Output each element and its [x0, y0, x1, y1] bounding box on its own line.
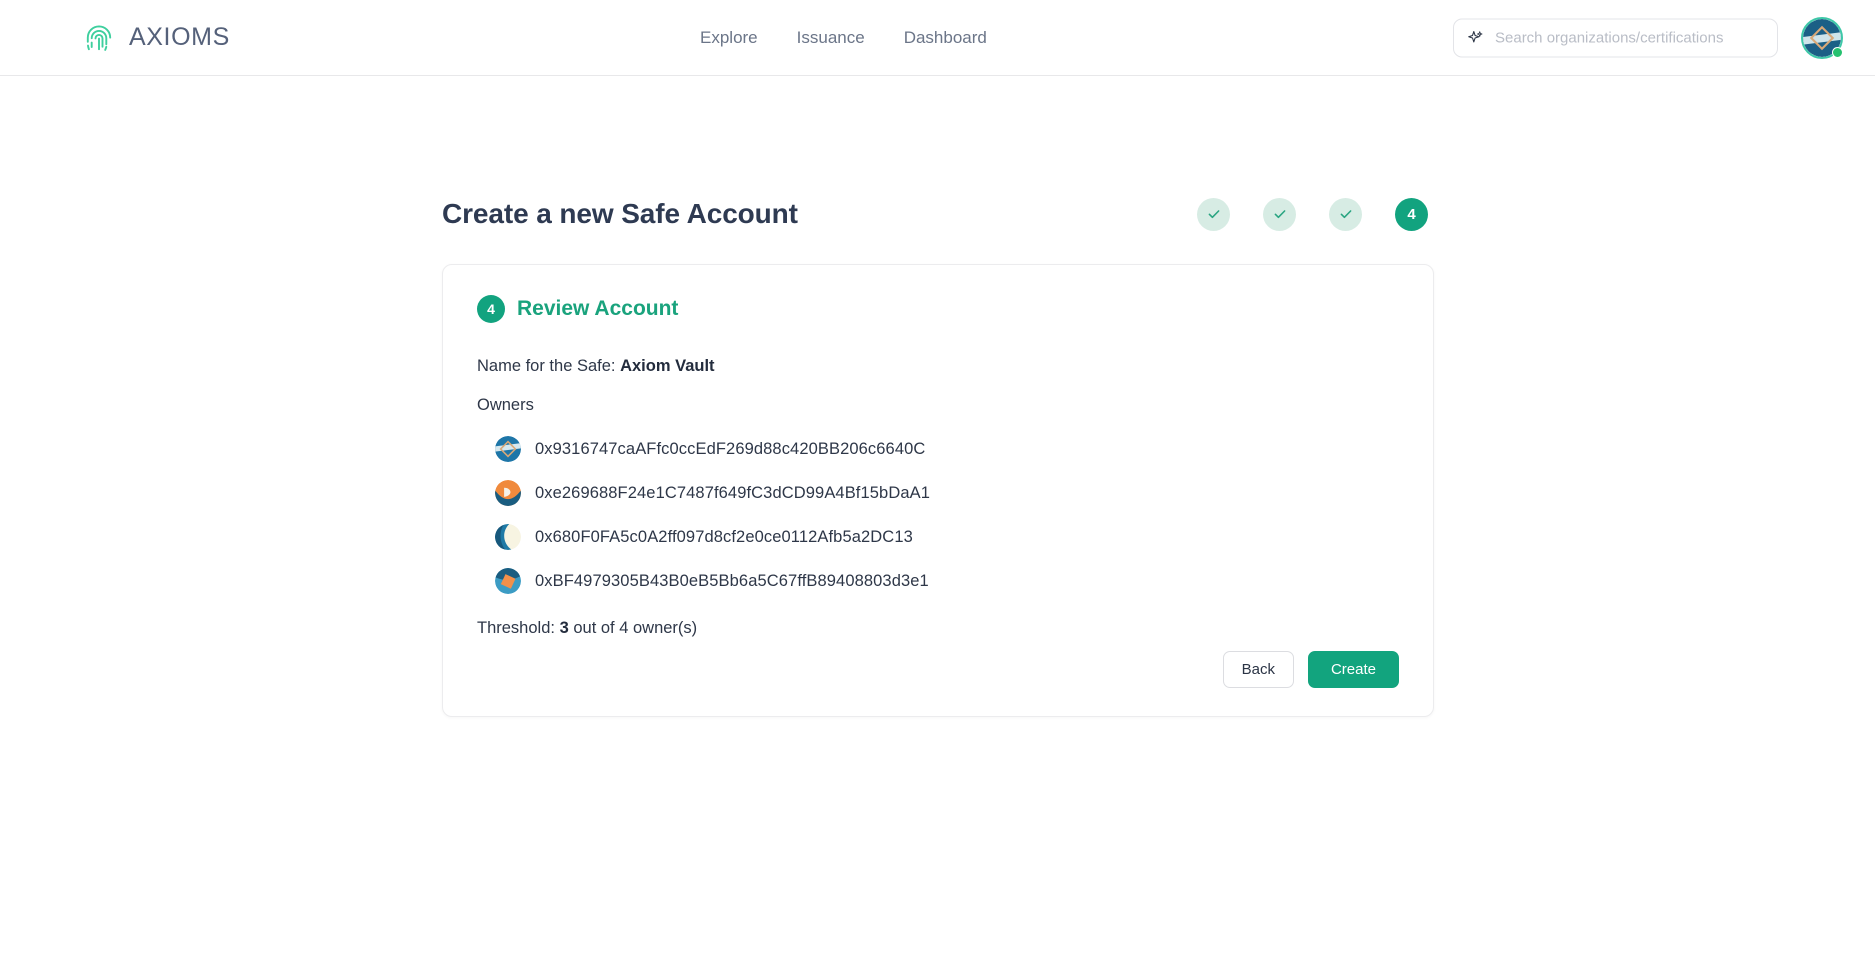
list-item: 0xe269688F24e1C7487f649fC3dCD99A4Bf15bDa…: [495, 471, 1399, 515]
status-badge: [1832, 47, 1843, 58]
threshold-value: 3: [560, 619, 569, 637]
owners-label: Owners: [477, 396, 1399, 415]
search-input[interactable]: [1495, 29, 1764, 46]
search-box[interactable]: [1453, 18, 1778, 57]
avatar[interactable]: [1801, 17, 1843, 59]
back-button[interactable]: Back: [1223, 651, 1294, 688]
owner-address: 0x680F0FA5c0A2ff097d8cf2e0ce0112Afb5a2DC…: [535, 528, 913, 547]
nav-item-issuance[interactable]: Issuance: [797, 28, 865, 48]
blockie-icon: [495, 568, 521, 594]
brand-name: AXIOMS: [129, 23, 230, 52]
sparkle-ai-icon: [1467, 29, 1484, 46]
step-2-indicator[interactable]: [1263, 198, 1296, 231]
card-title: Review Account: [517, 297, 678, 321]
check-icon: [1338, 206, 1354, 222]
check-icon: [1206, 206, 1222, 222]
review-account-card: 4 Review Account Name for the Safe: Axio…: [442, 264, 1434, 717]
nav-item-explore[interactable]: Explore: [700, 28, 758, 48]
step-3-indicator[interactable]: [1329, 198, 1362, 231]
blockie-icon: [495, 480, 521, 506]
owner-address: 0x9316747caAFfc0ccEdF269d88c420BB206c664…: [535, 440, 925, 459]
step-number-badge: 4: [477, 295, 505, 323]
threshold-suffix: out of 4 owner(s): [573, 619, 697, 637]
page-title: Create a new Safe Account: [442, 198, 798, 230]
card-actions: Back Create: [1223, 651, 1399, 688]
list-item: 0xBF4979305B43B0eB5Bb6a5C67ffB89408803d3…: [495, 559, 1399, 603]
threshold-label: Threshold:: [477, 619, 555, 637]
create-button[interactable]: Create: [1308, 651, 1399, 688]
brand-logo[interactable]: AXIOMS: [82, 21, 230, 55]
blockie-icon: [495, 436, 521, 462]
step-indicator: 4: [1197, 198, 1428, 231]
list-item: 0x680F0FA5c0A2ff097d8cf2e0ce0112Afb5a2DC…: [495, 515, 1399, 559]
owner-address: 0xBF4979305B43B0eB5Bb6a5C67ffB89408803d3…: [535, 572, 929, 591]
safe-name-value: Axiom Vault: [620, 357, 714, 375]
threshold-row: Threshold: 3 out of 4 owner(s): [477, 619, 1399, 638]
main-nav: Explore Issuance Dashboard: [700, 28, 987, 48]
nav-item-dashboard[interactable]: Dashboard: [904, 28, 987, 48]
card-header: 4 Review Account: [477, 295, 1399, 323]
wizard-header: Create a new Safe Account: [442, 186, 1434, 242]
owners-list: 0x9316747caAFfc0ccEdF269d88c420BB206c664…: [495, 427, 1399, 603]
check-icon: [1272, 206, 1288, 222]
step-4-indicator[interactable]: 4: [1395, 198, 1428, 231]
create-safe-wizard: Create a new Safe Account: [442, 186, 1434, 717]
blockie-icon: [495, 524, 521, 550]
step-1-indicator[interactable]: [1197, 198, 1230, 231]
top-navigation-bar: AXIOMS Explore Issuance Dashboard: [0, 0, 1875, 76]
owner-address: 0xe269688F24e1C7487f649fC3dCD99A4Bf15bDa…: [535, 484, 930, 503]
list-item: 0x9316747caAFfc0ccEdF269d88c420BB206c664…: [495, 427, 1399, 471]
step-4-label: 4: [1407, 206, 1415, 223]
safe-name-label: Name for the Safe:: [477, 357, 616, 375]
safe-name-row: Name for the Safe: Axiom Vault: [477, 357, 1399, 376]
fingerprint-icon: [82, 21, 116, 55]
